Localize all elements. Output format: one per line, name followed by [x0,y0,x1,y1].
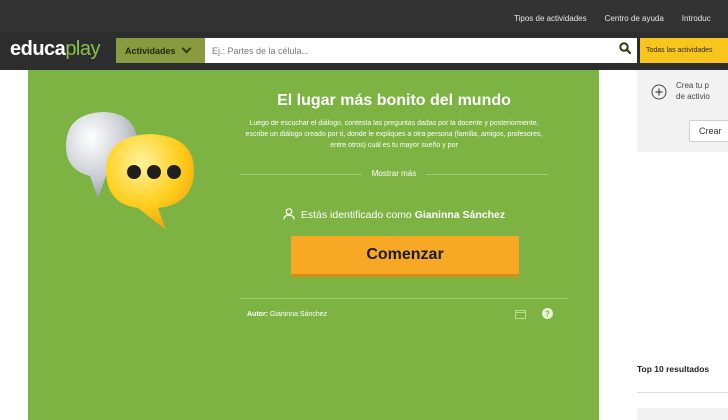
link-activity-types[interactable]: Tipos de actividades [514,14,587,23]
activities-button-label: Actividades [125,45,176,56]
divider [426,174,548,175]
activity-description: Luego de escuchar el diálogo, contesta l… [245,120,543,149]
plus-circle-icon [651,84,667,100]
top-bar: Tipos de actividades Centro de ayuda Int… [0,0,728,32]
svg-text:?: ? [545,309,550,318]
top-links: Tipos de actividades Centro de ayuda Int… [514,14,728,23]
activities-dropdown-button[interactable]: Actividades [116,38,205,63]
user-name: Gianinna Sánchez [414,209,506,221]
create-text-line: de activio [676,92,710,101]
create-activity-text: Crea tu p de activio [676,80,710,102]
search-icon[interactable] [619,42,631,54]
create-button[interactable]: Crear [689,120,728,142]
link-help-center[interactable]: Centro de ayuda [605,14,664,23]
identified-prefix: Estás identificado como [300,209,412,221]
educaplay-logo[interactable]: educaplay [10,38,101,61]
link-intro[interactable]: Introduc [682,14,711,23]
divider [637,392,728,393]
identified-as: Estás identificado como Gianinna Sánchez [240,208,548,221]
help-icon[interactable]: ? [542,308,553,319]
user-icon [283,208,295,220]
embed-icon[interactable] [515,310,526,319]
author-info: Autor: Gianinna Sánchez [247,311,327,318]
all-activities-button[interactable]: Todas las actividades [640,38,728,63]
create-text-line: Crea tu p [676,81,709,90]
top10-heading: Top 10 resultados [637,364,710,374]
chevron-down-icon [181,43,191,54]
start-button[interactable]: Comenzar [291,236,519,277]
author-name: Gianinna Sánchez [269,311,328,318]
search-input[interactable] [205,38,637,63]
show-more-row: Mostrar más [240,167,548,181]
author-label: Autor: [247,311,268,318]
activity-title: El lugar más bonito del mundo [277,92,511,109]
divider [240,298,568,299]
chat-bubbles-icon [66,112,194,230]
top10-list [637,408,728,420]
